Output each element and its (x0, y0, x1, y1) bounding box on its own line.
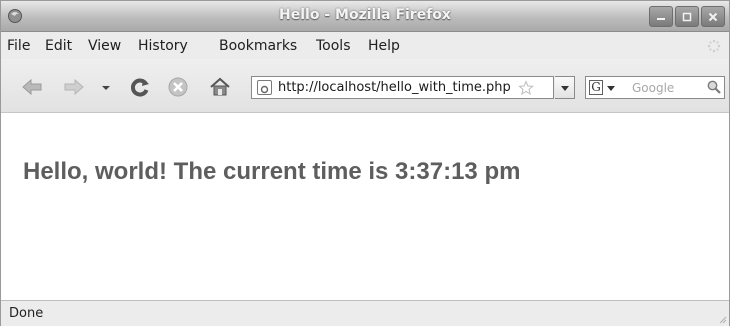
page-heading: Hello, world! The current time is 3:37:1… (23, 158, 521, 185)
menu-edit[interactable]: Edit (45, 38, 72, 54)
bookmark-star-icon[interactable] (518, 80, 534, 96)
throbber-icon (707, 39, 721, 53)
status-text: Done (9, 306, 44, 321)
reload-icon[interactable] (129, 76, 151, 98)
search-engine-button[interactable]: G (589, 79, 619, 96)
browser-window: Hello - Mozilla Firefox File Edit View H… (0, 0, 730, 326)
search-icon[interactable] (706, 79, 722, 95)
title-bar[interactable]: Hello - Mozilla Firefox (1, 1, 729, 32)
close-icon (708, 12, 718, 21)
menu-file[interactable]: File (7, 38, 30, 54)
url-bar[interactable]: http://localhost/hello_with_time.php (251, 76, 554, 99)
site-identity-icon[interactable] (257, 80, 272, 95)
menu-history[interactable]: History (138, 38, 188, 54)
forward-icon[interactable] (63, 76, 85, 98)
url-dropdown-button[interactable] (555, 76, 575, 99)
history-dropdown-icon[interactable] (99, 76, 113, 98)
menu-tools[interactable]: Tools (316, 38, 351, 54)
close-button[interactable] (701, 6, 725, 27)
menu-view[interactable]: View (88, 38, 121, 54)
minimize-button[interactable] (649, 6, 673, 27)
home-icon[interactable] (209, 76, 231, 98)
window-title: Hello - Mozilla Firefox (279, 7, 451, 23)
navigation-toolbar: http://localhost/hello_with_time.php G G… (1, 59, 729, 113)
status-bar: Done (1, 300, 729, 326)
search-input[interactable]: Google (632, 81, 674, 95)
stop-icon[interactable] (167, 76, 189, 98)
page-content: Hello, world! The current time is 3:37:1… (1, 113, 729, 299)
google-engine-icon: G (589, 80, 603, 95)
url-input[interactable]: http://localhost/hello_with_time.php (278, 80, 510, 95)
menu-bar: File Edit View History Bookmarks Tools H… (1, 32, 729, 59)
chevron-down-icon (607, 85, 615, 91)
maximize-icon (682, 12, 692, 21)
page-icon (260, 85, 269, 94)
menu-bookmarks[interactable]: Bookmarks (219, 38, 297, 54)
menu-help[interactable]: Help (368, 38, 400, 54)
resize-grip-icon[interactable] (717, 314, 727, 324)
window-controls (649, 6, 725, 27)
chevron-down-icon (560, 85, 569, 91)
search-bar[interactable]: G Google (585, 76, 725, 99)
minimize-icon (657, 17, 665, 20)
maximize-button[interactable] (675, 6, 699, 27)
back-icon[interactable] (21, 76, 43, 98)
